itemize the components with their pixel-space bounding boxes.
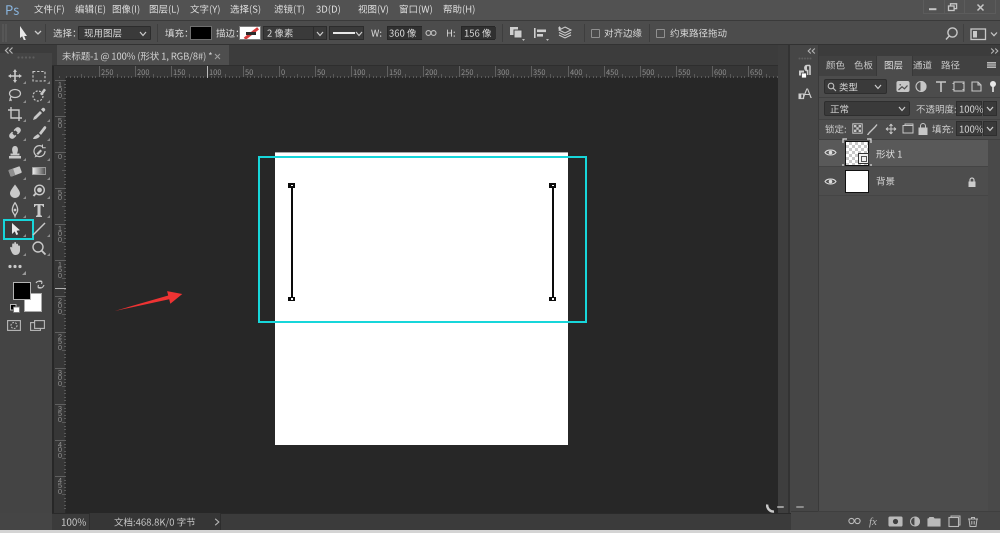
- svg-text:fx: fx: [869, 516, 877, 528]
